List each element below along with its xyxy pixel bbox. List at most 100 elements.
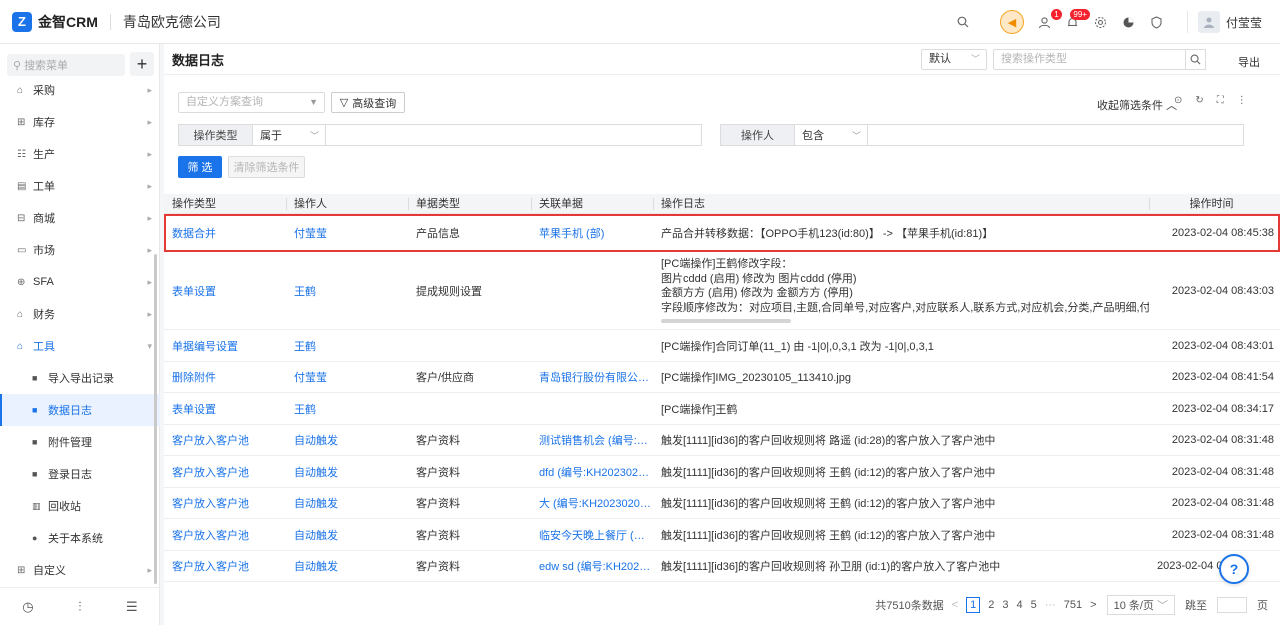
sidebar-item-finance[interactable]: ⌂ 财务 ▸ [0,298,160,330]
page-size-select[interactable]: 10 条/页 ﹀ [1106,595,1175,615]
settings-icon[interactable]: ⊙ [1174,95,1182,106]
sidebar-item-market[interactable]: ▭ 市场 ▸ [0,234,160,266]
plan-select[interactable]: 自定义方案查询 ▼ [178,92,325,113]
cell-related-doc[interactable]: 苹果手机 (部) [531,225,653,241]
table-row[interactable]: 客户放入客户池 自动触发 客户资料 大 (编号:KH20230202120...… [164,488,1280,519]
cell-op-type[interactable]: 客户放入客户池 [164,495,286,511]
cell-op-type[interactable]: 表单设置 [164,401,286,417]
cell-operator[interactable]: 自动触发 [286,527,408,543]
page-3-button[interactable]: 3 [1002,599,1008,611]
settings-icon[interactable] [1088,9,1114,35]
history-icon[interactable]: ◷ [22,599,33,615]
sidebar-item-sfa[interactable]: ⊕ SFA ▸ [0,266,160,298]
cell-operator[interactable]: 付莹莹 [286,369,408,385]
sidebar-scrollbar[interactable] [154,254,157,584]
condition-operator-select[interactable]: 属于 ﹀ [252,124,326,146]
column-header[interactable]: 操作类型 [164,194,286,214]
bell-icon[interactable]: 99+ [1060,9,1090,35]
cell-operator[interactable]: 自动触发 [286,464,408,480]
cell-related-doc[interactable]: 青岛银行股份有限公司青... [531,369,653,385]
sidebar-subitem-import-export[interactable]: ■ 导入导出记录 [0,362,160,394]
cell-related-doc[interactable]: 大 (编号:KH20230202120... [531,495,653,511]
column-header[interactable]: 单据类型 [408,194,531,214]
table-row[interactable]: 客户放入客户池 自动触发 客户资料 测试销售机会 (编号:KH20... 触发[… [164,425,1280,456]
add-menu-button[interactable]: + [130,52,154,76]
app-logo-icon[interactable]: Z [12,11,32,32]
table-row[interactable]: 客户放入客户池 自动触发 客户资料 dfd (编号:KH2023020212..… [164,456,1280,488]
export-button[interactable]: 导出 [1238,54,1260,70]
avatar[interactable] [1197,11,1220,33]
filter-settings-icon[interactable]: ⫶ [78,599,81,615]
cell-op-type[interactable]: 单据编号设置 [164,338,286,354]
sidebar-item-tools[interactable]: ⌂ 工具 ▾ [0,330,160,362]
page-5-button[interactable]: 5 [1031,599,1037,611]
cell-operator[interactable]: 王鹤 [286,283,408,299]
cell-op-type[interactable]: 客户放入客户池 [164,464,286,480]
cell-op-type[interactable]: 数据合并 [164,225,286,241]
page-1-button[interactable]: 1 [966,597,981,613]
view-select[interactable]: 默认 ﹀ [921,49,987,70]
pie-chart-icon[interactable] [1116,9,1142,35]
sidebar-subitem-data-log[interactable]: ■ 数据日志 [0,394,160,426]
table-row[interactable]: 客户放入客户池 自动触发 客户资料 临安今天晚上餐厅 (编号:... 触发[11… [164,519,1280,551]
refresh-icon[interactable]: ↻ [1195,95,1203,106]
page-last-button[interactable]: 751 [1064,599,1082,611]
sidebar-item-production[interactable]: ☷ 生产 ▸ [0,138,160,170]
page-2-button[interactable]: 2 [988,599,994,611]
sidebar-item-ticket[interactable]: ▤ 工单 ▸ [0,170,160,202]
search-icon[interactable] [950,9,976,35]
cell-operator[interactable]: 自动触发 [286,495,408,511]
more-pages-ellipsis[interactable]: ··· [1045,599,1056,611]
fullscreen-icon[interactable]: ⛶ [1217,95,1224,106]
cell-op-type[interactable]: 客户放入客户池 [164,527,286,543]
column-header[interactable]: 操作人 [286,194,408,214]
table-row[interactable]: 删除附件 付莹莹 客户/供应商 青岛银行股份有限公司青... [PC端操作]IM… [164,362,1280,393]
filter-button[interactable]: 筛 选 [178,156,222,178]
column-header[interactable]: 操作日志 [653,194,1149,214]
app-name[interactable]: 金智CRM [38,12,98,32]
condition-value-input[interactable] [868,124,1244,146]
sidebar-item-store[interactable]: ⊟ 商城 ▸ [0,202,160,234]
clear-filter-button[interactable]: 清除筛选条件 [228,156,305,178]
prev-page-button[interactable]: < [952,599,958,611]
next-page-button[interactable]: > [1090,599,1096,611]
user-name[interactable]: 付莹莹 [1226,14,1262,31]
cell-op-type[interactable]: 删除附件 [164,369,286,385]
cell-operator[interactable]: 自动触发 [286,432,408,448]
menu-search-input[interactable]: ⚲ 搜索菜单 [7,54,125,76]
collapse-filter-link[interactable]: 收起筛选条件 ︿ [1097,97,1177,113]
cell-related-doc[interactable]: 测试销售机会 (编号:KH20... [531,432,653,448]
table-row[interactable]: 表单设置 王鹤 [PC端操作]王鹤 2023-02-04 08:34:17 [164,393,1280,425]
sidebar-subitem-recycle-bin[interactable]: ▥ 回收站 [0,490,160,522]
sidebar-subitem-attachments[interactable]: ■ 附件管理 [0,426,160,458]
table-row[interactable]: 表单设置 王鹤 提成规则设置 [PC端操作]王鹤修改字段： 图片cddd (启用… [164,252,1280,330]
more-icon[interactable]: ⋮ [1237,95,1247,106]
jump-page-input[interactable] [1217,597,1247,613]
cell-operator[interactable]: 付莹莹 [286,225,408,241]
sidebar-item-purchase[interactable]: ⌂ 采购 ▸ [0,74,160,106]
shield-icon[interactable] [1144,9,1170,35]
cell-scrollbar[interactable] [661,319,791,323]
advanced-query-button[interactable]: ▽ 高级查询 [331,92,405,113]
cell-operator[interactable]: 王鹤 [286,338,408,354]
sidebar-subitem-about[interactable]: ● 关于本系统 [0,522,160,554]
notice-icon[interactable]: ◀ [999,9,1025,35]
condition-value-input[interactable] [326,124,702,146]
page-4-button[interactable]: 4 [1017,599,1023,611]
search-button[interactable] [1185,49,1206,70]
operation-type-search-input[interactable]: 搜索操作类型 [993,49,1206,70]
sidebar-subitem-login-log[interactable]: ■ 登录日志 [0,458,160,490]
cell-related-doc[interactable]: edw sd (编号:KH2023020... [531,558,653,574]
table-row[interactable]: 客户放入客户池 自动触发 客户资料 edw sd (编号:KH2023020..… [164,551,1280,582]
menu-list-icon[interactable]: ☰ [126,599,138,615]
condition-operator-select[interactable]: 包含 ﹀ [794,124,868,146]
cell-operator[interactable]: 王鹤 [286,401,408,417]
sidebar-item-custom[interactable]: ⊞ 自定义 ▸ [0,554,160,586]
message-icon[interactable]: 1 [1032,9,1062,35]
column-header[interactable]: 关联单据 [531,194,653,214]
sidebar-item-inventory[interactable]: ⊞ 库存 ▸ [0,106,160,138]
table-row[interactable]: 单据编号设置 王鹤 [PC端操作]合同订单(11_1) 由 -1|0|,0,3,… [164,330,1280,362]
cell-op-type[interactable]: 客户放入客户池 [164,558,286,574]
column-header[interactable]: 操作时间 [1149,194,1280,214]
cell-op-type[interactable]: 客户放入客户池 [164,432,286,448]
